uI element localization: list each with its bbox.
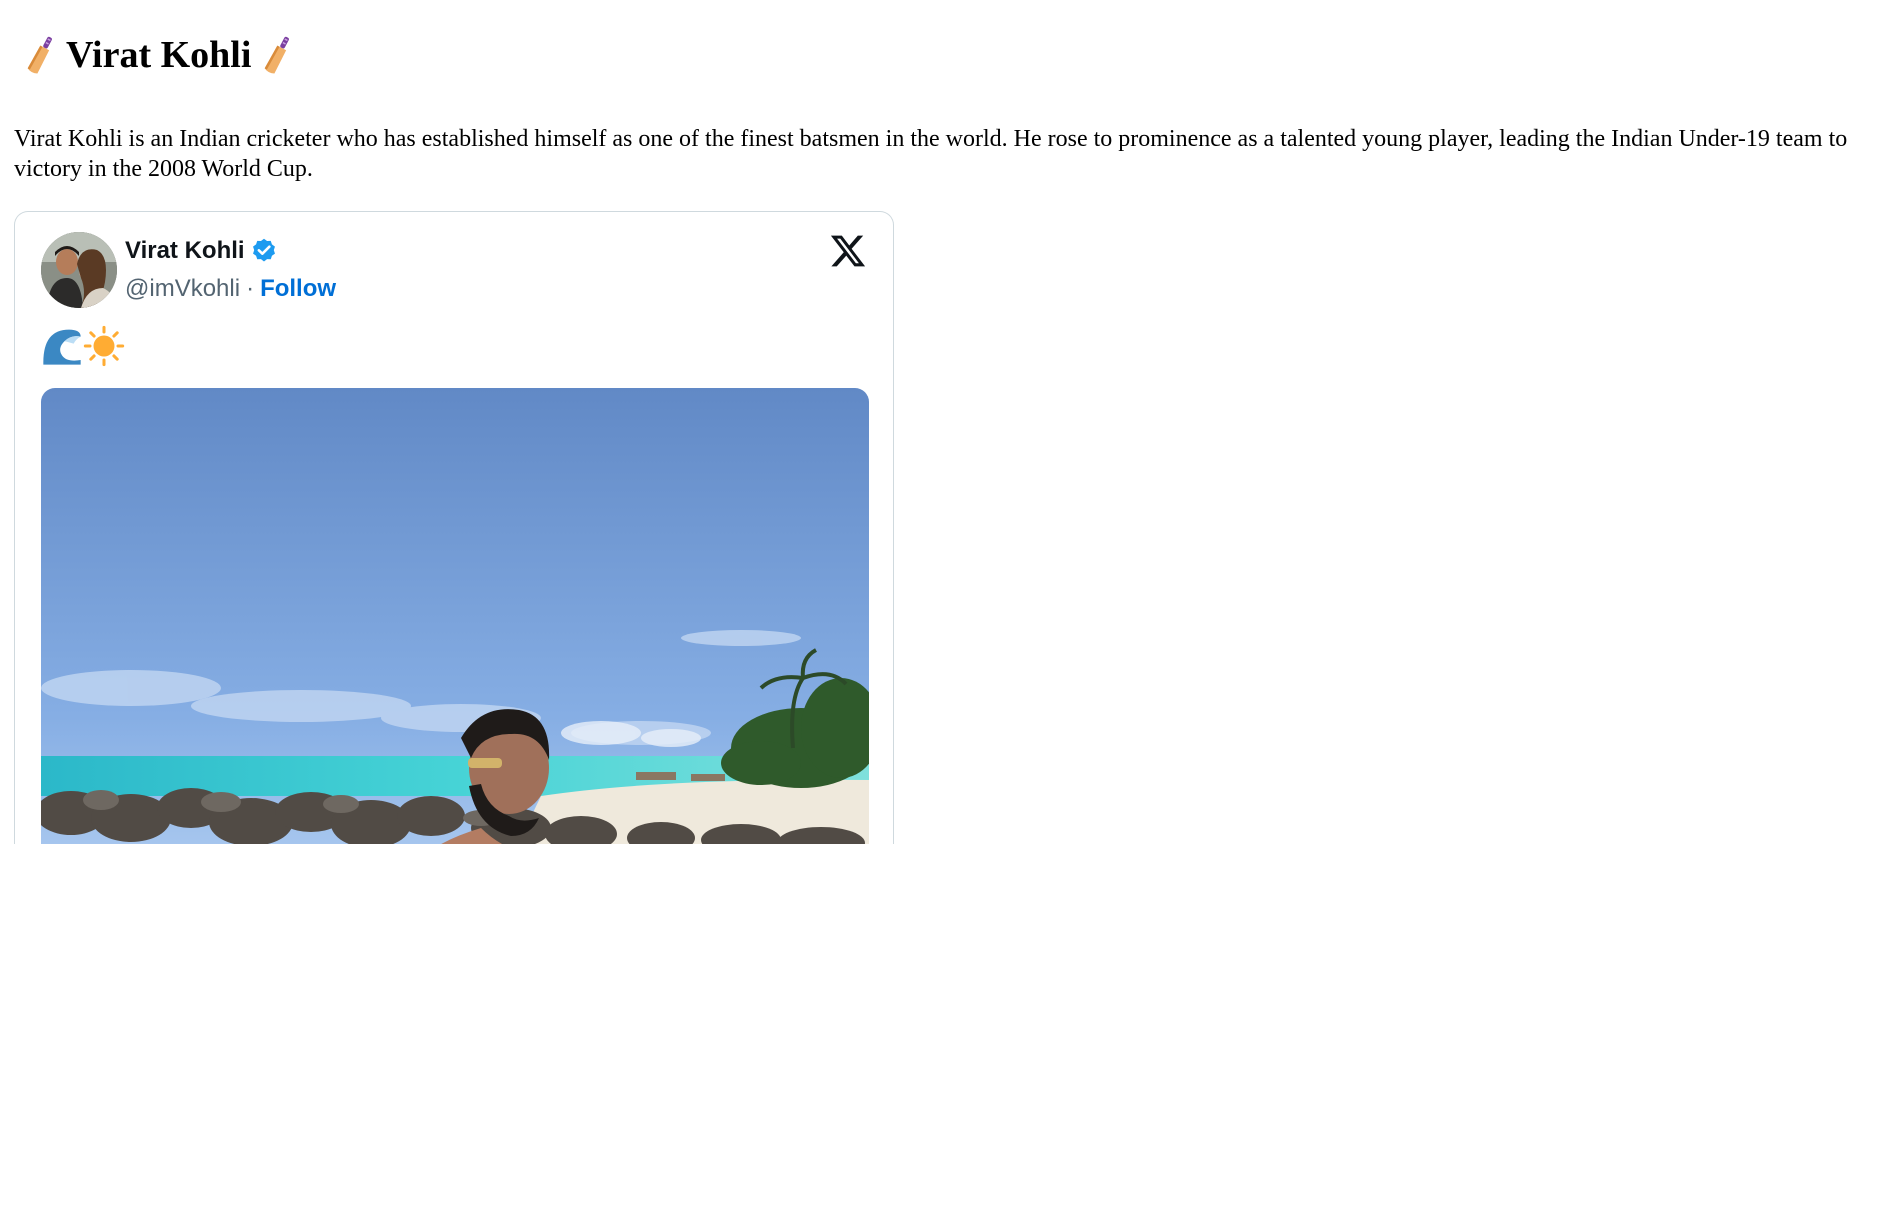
author-handle[interactable]: @imVkohli <box>125 275 240 303</box>
author-name[interactable]: Virat Kohli <box>125 237 245 265</box>
sun-icon <box>83 325 125 367</box>
follow-button[interactable]: Follow <box>260 275 336 303</box>
article: Virat Kohli Virat Kohli is an Indian cri… <box>0 0 1892 844</box>
intro-paragraph: Virat Kohli is an Indian cricketer who h… <box>14 126 1848 182</box>
tweet-photo[interactable] <box>41 388 869 844</box>
author-avatar[interactable] <box>41 232 117 308</box>
x-logo-icon[interactable] <box>829 232 867 270</box>
cricket-bat-icon <box>24 33 58 77</box>
verified-badge-icon <box>250 237 278 265</box>
author-name-row: Virat Kohli <box>125 236 278 266</box>
tweet-embed[interactable]: Virat Kohli @imVkohli · Follow <box>14 211 894 844</box>
cricket-bat-icon <box>261 33 295 77</box>
page-heading: Virat Kohli <box>14 0 1878 79</box>
separator-dot: · <box>246 275 255 302</box>
tweet-text <box>41 324 125 368</box>
water-wave-icon <box>41 325 83 367</box>
author-handle-row: @imVkohli · Follow <box>125 274 336 304</box>
page-title: Virat Kohli <box>66 34 252 76</box>
